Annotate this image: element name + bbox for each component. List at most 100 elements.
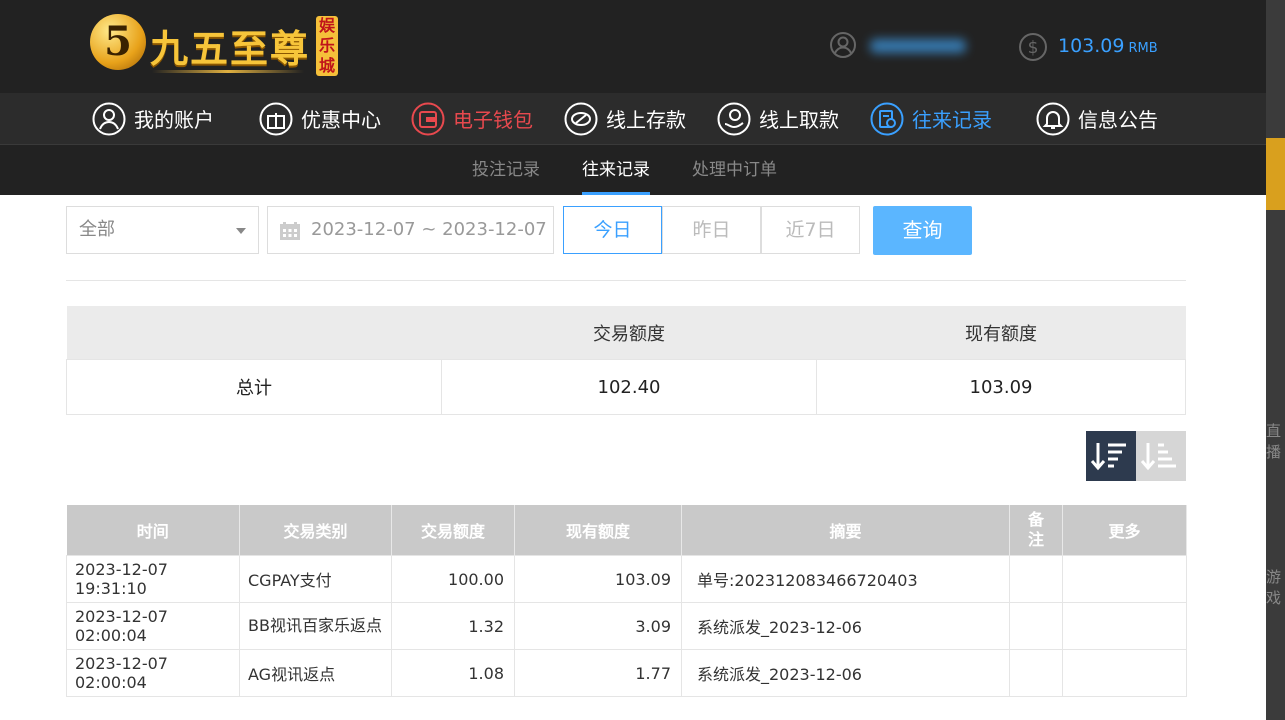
tab-transaction-records[interactable]: 往来记录	[582, 145, 650, 195]
cell-note	[1009, 602, 1063, 650]
nav-e-wallet[interactable]: 电子钱包	[411, 93, 533, 144]
summary-label: 总计	[66, 359, 442, 415]
sort-ascending-button[interactable]	[1136, 431, 1186, 481]
column-header[interactable]: 更多	[1062, 505, 1187, 556]
wallet-icon	[411, 102, 445, 135]
tab-pending-orders[interactable]: 处理中订单	[692, 145, 777, 195]
column-header[interactable]: 交易类别	[239, 505, 392, 556]
top-bar: 5 九五至尊 娱乐城 $ 103.09 RMB	[0, 0, 1266, 93]
range-today-button[interactable]: 今日	[563, 206, 662, 254]
table-header-row: 时间 交易类别 交易额度 现有额度 摘要 备注 更多	[66, 505, 1187, 556]
nav-label: 线上存款	[606, 108, 686, 132]
column-header[interactable]: 交易额度	[391, 505, 515, 556]
cell-category: AG视讯返点	[239, 649, 392, 697]
nav-label: 优惠中心	[301, 108, 381, 132]
logo-mark: 5	[90, 14, 146, 70]
nav-label: 电子钱包	[453, 108, 533, 132]
sort-ascending-icon	[1140, 443, 1176, 471]
nav-transaction-records[interactable]: 往来记录	[870, 93, 992, 144]
cell-more[interactable]	[1062, 555, 1187, 603]
cell-summary: 系统派发_2023-12-06	[681, 649, 1010, 697]
nav-announcements[interactable]: 信息公告	[1036, 93, 1158, 144]
cell-amount: 1.08	[391, 649, 515, 697]
cell-balance: 103.09	[514, 555, 682, 603]
cell-more[interactable]	[1062, 602, 1187, 650]
record-icon	[870, 102, 904, 135]
column-header[interactable]: 备注	[1009, 505, 1063, 556]
summary-header-row: 交易额度 现有额度	[66, 306, 1186, 360]
side-live-label: 直播	[1266, 422, 1282, 461]
transaction-table: 时间 交易类别 交易额度 现有额度 摘要 备注 更多 2023-12-07 19…	[66, 505, 1187, 697]
cell-summary: 单号:202312083466720403	[681, 555, 1010, 603]
side-games-label: 游戏	[1266, 568, 1282, 607]
column-header[interactable]: 时间	[66, 505, 240, 556]
nav-my-account[interactable]: 我的账户	[92, 93, 214, 144]
summary-trade-amount: 102.40	[441, 359, 817, 415]
site-logo[interactable]: 5 九五至尊 娱乐城	[90, 12, 340, 80]
sort-descending-button[interactable]	[1086, 431, 1136, 481]
balance-display: 103.09 RMB	[1058, 35, 1158, 57]
cell-category: CGPAY支付	[239, 555, 392, 603]
withdraw-icon	[717, 102, 751, 135]
logo-underline	[152, 70, 304, 73]
balance-coin-icon: $	[1019, 33, 1047, 61]
nav-online-deposit[interactable]: 线上存款	[564, 93, 686, 144]
cell-amount: 1.32	[391, 602, 515, 650]
caret-down-icon	[236, 228, 246, 234]
balance-unit: RMB	[1128, 41, 1158, 56]
cell-time: 2023-12-07 02:00:04	[66, 602, 240, 650]
cell-time: 2023-12-07 19:31:10	[66, 555, 240, 603]
nav-online-withdraw[interactable]: 线上取款	[717, 93, 839, 144]
sub-nav: 投注记录 往来记录 处理中订单	[0, 144, 1266, 195]
nav-label: 我的账户	[134, 108, 214, 132]
user-avatar-icon	[830, 32, 856, 58]
divider	[66, 280, 1186, 281]
cell-summary: 系统派发_2023-12-06	[681, 602, 1010, 650]
bell-icon	[1036, 102, 1070, 135]
type-select[interactable]: 全部	[66, 206, 259, 254]
cell-balance: 3.09	[514, 602, 682, 650]
nav-label: 信息公告	[1078, 108, 1158, 132]
summary-header: 现有额度	[816, 306, 1186, 360]
cell-note	[1009, 555, 1063, 603]
side-panel-edge[interactable]: 直播 游戏	[1266, 0, 1285, 720]
user-icon	[92, 102, 126, 135]
sort-descending-icon	[1090, 443, 1126, 471]
summary-header	[66, 306, 442, 360]
summary-table: 交易额度 现有额度 总计 102.40 103.09	[66, 306, 1186, 415]
column-header[interactable]: 现有额度	[514, 505, 682, 556]
username-redacted	[870, 39, 966, 53]
range-7days-button[interactable]: 近7日	[761, 206, 860, 254]
nav-label: 往来记录	[912, 108, 992, 132]
range-yesterday-button[interactable]: 昨日	[662, 206, 761, 254]
column-header[interactable]: 摘要	[681, 505, 1010, 556]
query-button[interactable]: 查询	[873, 206, 972, 255]
tab-bet-records[interactable]: 投注记录	[472, 145, 540, 195]
cell-amount: 100.00	[391, 555, 515, 603]
logo-badge: 娱乐城	[316, 16, 338, 76]
table-row: 2023-12-07 02:00:04 BB视讯百家乐返点 1.32 3.09 …	[66, 602, 1187, 650]
cell-balance: 1.77	[514, 649, 682, 697]
gift-icon	[259, 102, 293, 135]
cell-more[interactable]	[1062, 649, 1187, 697]
type-select-value: 全部	[79, 219, 115, 240]
svg-text:$: $	[1028, 38, 1039, 58]
cell-category: BB视讯百家乐返点	[239, 602, 392, 650]
cell-time: 2023-12-07 02:00:04	[66, 649, 240, 697]
nav-label: 线上取款	[759, 108, 839, 132]
summary-row: 总计 102.40 103.09	[66, 359, 1186, 415]
main-nav: 我的账户 优惠中心 电子钱包 线上存款 线上取款 往来记录 信息公告	[0, 93, 1266, 144]
cell-note	[1009, 649, 1063, 697]
calendar-icon	[280, 222, 300, 240]
date-range-value: 2023-12-07 ~ 2023-12-07	[311, 219, 547, 240]
logo-text: 九五至尊	[150, 26, 311, 71]
side-panel-accent	[1266, 138, 1285, 210]
table-row: 2023-12-07 19:31:10 CGPAY支付 100.00 103.0…	[66, 555, 1187, 603]
summary-current-amount: 103.09	[816, 359, 1186, 415]
date-range-input[interactable]: 2023-12-07 ~ 2023-12-07	[267, 206, 554, 254]
summary-header: 交易额度	[441, 306, 817, 360]
nav-promotions[interactable]: 优惠中心	[259, 93, 381, 144]
table-row: 2023-12-07 02:00:04 AG视讯返点 1.08 1.77 系统派…	[66, 649, 1187, 697]
deposit-icon	[564, 102, 598, 135]
balance-value: 103.09	[1058, 35, 1125, 57]
